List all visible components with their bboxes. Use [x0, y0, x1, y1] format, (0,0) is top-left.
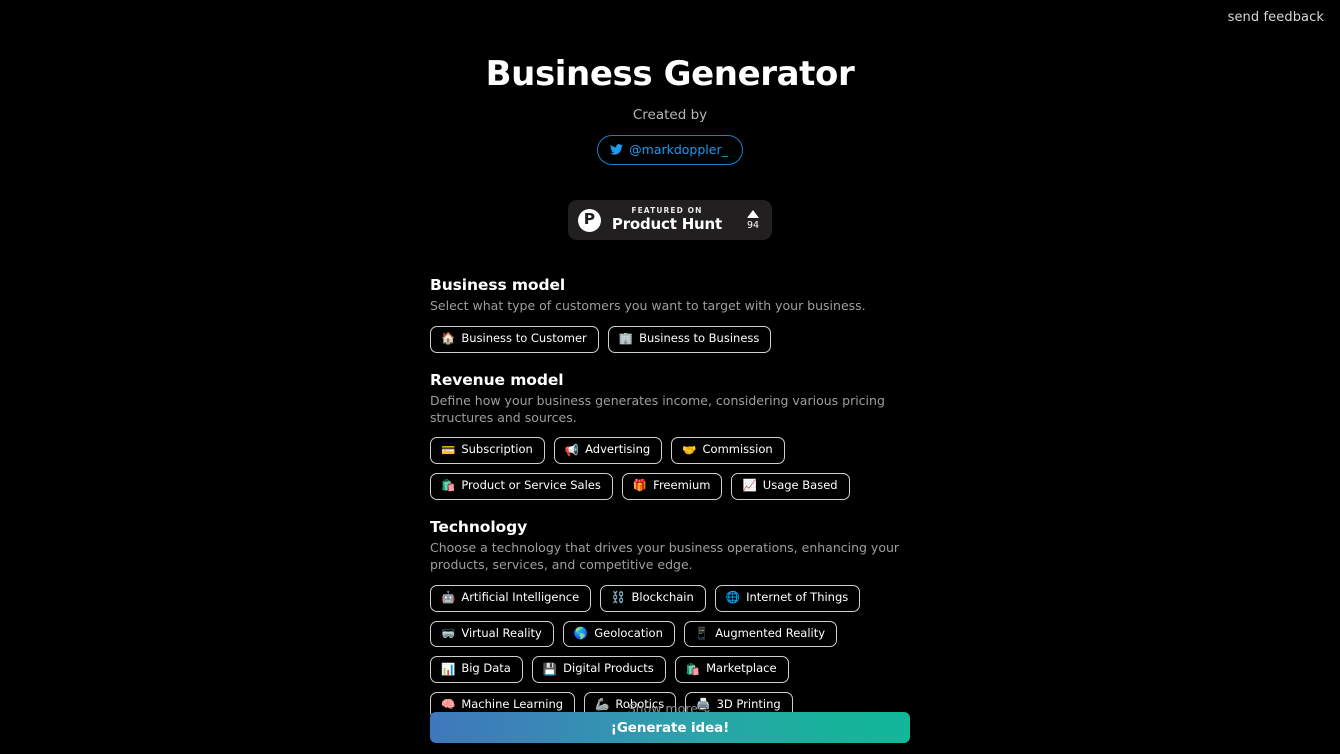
option-chip[interactable]: 🛍️ Product or Service Sales — [430, 473, 613, 501]
section-title: Business model — [430, 276, 566, 294]
option-label: Advertising — [585, 442, 651, 457]
section-business-model: Business model Select what type of custo… — [430, 276, 910, 353]
option-label: Freemium — [653, 478, 711, 493]
option-label: Subscription — [461, 442, 533, 457]
product-hunt-text-group: FEATURED ON Product Hunt — [612, 207, 722, 232]
mobile-phone-icon: 📱 — [694, 625, 710, 640]
option-chip[interactable]: 🏢 Business to Business — [607, 325, 772, 353]
option-chip[interactable]: 🛍️ Marketplace — [674, 656, 789, 684]
option-label: Internet of Things — [746, 589, 849, 604]
option-label: Geolocation — [594, 625, 663, 640]
option-label: Big Data — [461, 661, 511, 676]
option-label: Marketplace — [706, 661, 777, 676]
goggles-icon: 🥽 — [441, 625, 456, 640]
option-chip[interactable]: 🌐 Internet of Things — [714, 584, 861, 612]
twitter-handle-label: @markdoppler_ — [629, 142, 728, 158]
generator-form: Business model Select what type of custo… — [430, 276, 910, 737]
option-chip[interactable]: 🌎 Geolocation — [562, 620, 675, 648]
product-hunt-badge[interactable]: P FEATURED ON Product Hunt 94 — [567, 200, 773, 241]
section-description: Define how your business generates incom… — [430, 392, 885, 425]
option-chip[interactable]: 🤖 Artificial Intelligence — [430, 584, 592, 612]
generate-idea-button[interactable]: ¡Generate idea! — [430, 712, 910, 743]
product-hunt-name: Product Hunt — [611, 214, 722, 233]
option-label: Digital Products — [563, 661, 654, 676]
technology-options: 🤖 Artificial Intelligence ⛓️ Blockchain … — [430, 584, 910, 719]
option-label: Commission — [702, 442, 773, 457]
shopping-bags-icon: 🛍️ — [685, 661, 701, 676]
send-feedback-link[interactable]: send feedback — [1228, 10, 1324, 25]
option-chip[interactable]: 💳 Subscription — [430, 437, 545, 465]
product-hunt-badge-wrapper: P FEATURED ON Product Hunt 94 — [0, 200, 1340, 241]
section-description: Choose a technology that drives your bus… — [430, 540, 900, 572]
option-chip[interactable]: 📊 Big Data — [430, 656, 523, 684]
section-technology: Technology Choose a technology that driv… — [430, 518, 910, 719]
option-label: Virtual Reality — [461, 625, 542, 640]
product-hunt-logo-icon: P — [577, 208, 601, 232]
option-label: Product or Service Sales — [461, 478, 601, 493]
upvote-count: 94 — [746, 219, 760, 231]
globe-americas-icon: 🌎 — [573, 625, 589, 640]
credit-card-icon: 💳 — [441, 442, 456, 457]
option-label: Business to Business — [639, 330, 760, 345]
option-chip[interactable]: ⛓️ Blockchain — [600, 584, 706, 612]
page-title: Business Generator — [485, 54, 855, 94]
section-title: Revenue model — [430, 370, 564, 389]
twitter-bird-icon — [610, 140, 623, 159]
office-building-icon: 🏢 — [618, 331, 634, 346]
triangle-up-icon — [747, 209, 760, 218]
bar-chart-icon: 📊 — [441, 661, 456, 676]
option-label: Artificial Intelligence — [461, 589, 580, 604]
option-chip[interactable]: 📈 Usage Based — [731, 473, 850, 501]
chart-increasing-icon: 📈 — [742, 478, 757, 493]
option-chip[interactable]: 🤝 Commission — [671, 437, 785, 465]
shopping-bags-icon: 🛍️ — [441, 478, 456, 493]
option-label: Usage Based — [762, 478, 838, 493]
featured-on-label: FEATURED ON — [631, 206, 703, 216]
option-label: Blockchain — [631, 589, 694, 604]
globe-meridians-icon: 🌐 — [725, 589, 741, 604]
option-chip[interactable]: 📱 Augmented Reality — [683, 620, 838, 648]
generate-button-wrapper: ¡Generate idea! — [430, 712, 910, 743]
option-chip[interactable]: 🎁 Freemium — [621, 473, 723, 501]
floppy-disk-icon: 💾 — [542, 661, 558, 676]
section-revenue-model: Revenue model Define how your business g… — [430, 370, 910, 501]
option-chip[interactable]: 🏠 Business to Customer — [430, 325, 599, 353]
option-chip[interactable]: 📢 Advertising — [553, 437, 663, 465]
section-description: Select what type of customers you want t… — [430, 298, 866, 313]
twitter-handle-link[interactable]: @markdoppler_ — [597, 135, 743, 166]
handshake-icon: 🤝 — [682, 442, 697, 457]
house-icon: 🏠 — [441, 331, 456, 346]
gift-icon: 🎁 — [632, 478, 648, 493]
page-header: Business Generator Created by @markdoppl… — [0, 0, 1340, 241]
created-by-label: Created by — [632, 107, 708, 124]
revenue-model-options: 💳 Subscription 📢 Advertising 🤝 Commissio… — [430, 437, 910, 501]
product-hunt-upvotes[interactable]: 94 — [746, 209, 760, 231]
option-label: Business to Customer — [461, 330, 587, 345]
option-chip[interactable]: 🥽 Virtual Reality — [430, 620, 554, 648]
chains-icon: ⛓️ — [611, 589, 626, 604]
option-chip[interactable]: 💾 Digital Products — [531, 656, 666, 684]
robot-icon: 🤖 — [441, 589, 456, 604]
section-title: Technology — [430, 518, 528, 537]
option-label: Augmented Reality — [715, 625, 826, 640]
megaphone-icon: 📢 — [564, 442, 580, 457]
business-model-options: 🏠 Business to Customer 🏢 Business to Bus… — [430, 325, 910, 353]
